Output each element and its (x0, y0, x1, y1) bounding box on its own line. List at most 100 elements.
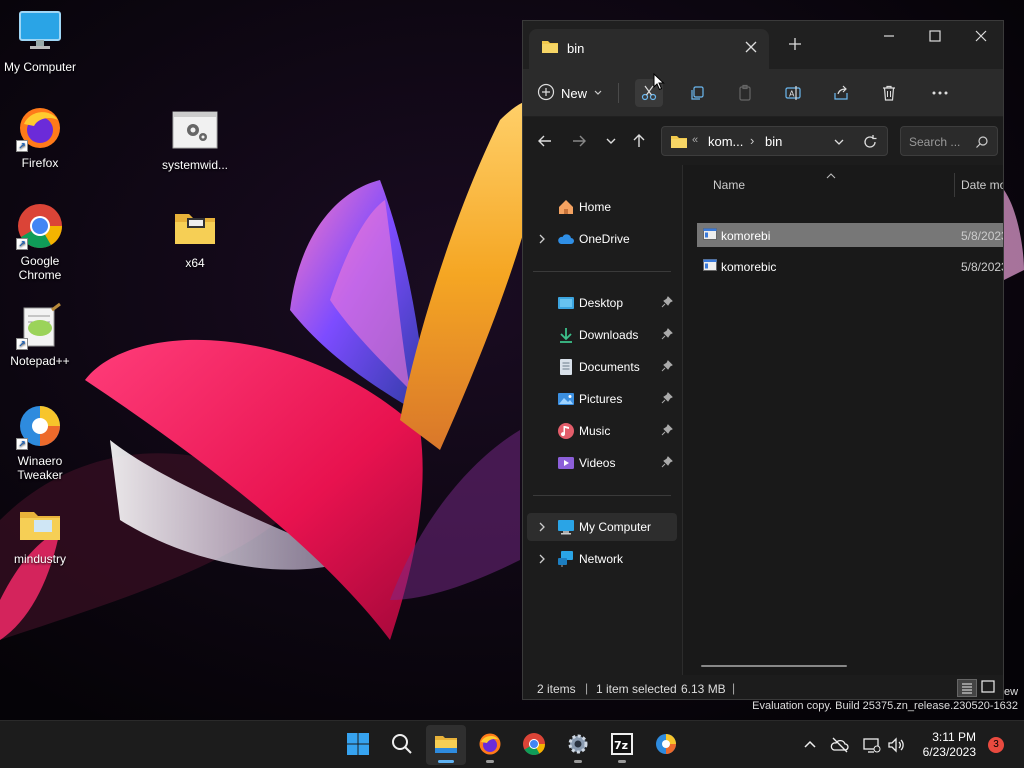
minimize-icon[interactable] (877, 27, 901, 51)
share-icon[interactable] (827, 79, 855, 107)
address-bar[interactable]: « kom... › bin (661, 126, 888, 156)
title-bar[interactable]: bin (523, 21, 1003, 69)
rename-icon[interactable]: A (779, 79, 807, 107)
system-clock[interactable]: 3:11 PM 6/23/2023 (918, 730, 976, 760)
pin-icon[interactable] (661, 360, 673, 375)
column-header-date-modified[interactable]: Date mo (961, 178, 1003, 192)
file-list-pane[interactable]: Name Date mo komorebi 5/8/2023 komorebic… (683, 165, 1003, 675)
desktop-icon-mindustry[interactable]: mindustry (0, 500, 80, 566)
nav-item-videos[interactable]: Videos (527, 449, 677, 477)
more-options-icon[interactable] (926, 79, 954, 107)
notepadpp-icon: ↗ (16, 302, 64, 350)
details-view-icon[interactable] (957, 679, 977, 697)
notification-badge[interactable]: 3 (988, 737, 1004, 753)
close-icon[interactable] (969, 27, 993, 51)
svg-text:7z: 7z (614, 739, 628, 752)
search-input[interactable]: Search ... (900, 126, 998, 156)
new-button-label: New (561, 85, 588, 101)
volume-icon[interactable] (886, 735, 906, 755)
desktop-icon-systemwide[interactable]: systemwid... (155, 106, 235, 172)
nav-item-music[interactable]: Music (527, 417, 677, 445)
file-explorer-window[interactable]: bin New A « kom... › bin Search ... Home… (522, 20, 1004, 700)
back-arrow-icon[interactable] (535, 131, 555, 151)
shortcut-arrow-icon: ↗ (16, 438, 28, 450)
copy-icon[interactable] (683, 79, 711, 107)
search-icon (975, 135, 989, 152)
navigation-pane[interactable]: Home OneDrive Desktop Downloads Document… (523, 165, 683, 675)
desktop-icon-my-computer[interactable]: My Computer (0, 8, 80, 74)
pin-icon[interactable] (661, 424, 673, 439)
desktop-icon-label: Google Chrome (18, 254, 62, 282)
taskbar-firefox[interactable] (470, 725, 510, 765)
horizontal-scrollbar[interactable] (701, 665, 847, 667)
breadcrumb-item[interactable]: bin (765, 134, 782, 149)
taskbar-search-button[interactable] (382, 725, 422, 765)
desktop-icon-firefox[interactable]: ↗ Firefox (0, 104, 80, 170)
clock-date: 6/23/2023 (922, 745, 976, 759)
chevron-down-icon[interactable] (832, 135, 846, 152)
nav-item-network[interactable]: Network (527, 545, 677, 573)
taskbar-file-explorer[interactable] (426, 725, 466, 765)
settings-file-icon (171, 106, 219, 154)
tab-title: bin (567, 41, 585, 56)
delete-icon[interactable] (875, 79, 903, 107)
table-row[interactable]: komorebi 5/8/2023 (697, 223, 1003, 247)
nav-item-onedrive[interactable]: OneDrive (527, 225, 677, 253)
new-tab-icon[interactable] (787, 36, 803, 52)
recent-locations-chevron-icon[interactable] (601, 131, 621, 151)
selection-count: 1 item selected (596, 682, 677, 696)
winaero-icon: ↗ (16, 402, 64, 450)
desktop-icon-label: x64 (185, 256, 205, 270)
pin-icon[interactable] (661, 456, 673, 471)
column-header-name[interactable]: Name (713, 178, 745, 192)
nav-item-my-computer[interactable]: My Computer (527, 513, 677, 541)
chevron-up-icon[interactable] (800, 735, 820, 755)
chevron-right-icon[interactable] (537, 521, 547, 535)
taskbar-winaero-tweaker[interactable] (646, 725, 686, 765)
breadcrumb-separator[interactable]: › (750, 133, 754, 148)
chevron-right-icon[interactable] (537, 553, 547, 567)
refresh-icon[interactable] (862, 134, 878, 153)
nav-item-pictures[interactable]: Pictures (527, 385, 677, 413)
nav-item-documents[interactable]: Documents (527, 353, 677, 381)
taskbar-7zip[interactable]: 7z (602, 725, 642, 765)
breadcrumb-overflow[interactable]: « (692, 134, 698, 146)
nav-item-downloads[interactable]: Downloads (527, 321, 677, 349)
close-tab-icon[interactable] (743, 39, 759, 55)
desktop-icon-label: mindustry (13, 552, 66, 566)
up-arrow-icon[interactable] (629, 131, 649, 151)
start-button[interactable] (338, 725, 378, 765)
desktop-icon-notepadpp[interactable]: ↗ Notepad++ (0, 302, 80, 368)
breadcrumb-item[interactable]: kom... (708, 134, 743, 149)
pin-icon[interactable] (661, 296, 673, 311)
chevron-right-icon[interactable] (537, 233, 547, 247)
large-icons-view-icon[interactable] (979, 679, 999, 697)
network-status-icon[interactable] (862, 735, 882, 755)
table-row[interactable]: komorebic 5/8/2023 (697, 254, 1003, 278)
nav-item-desktop[interactable]: Desktop (527, 289, 677, 317)
firefox-icon (478, 732, 502, 759)
pin-icon[interactable] (661, 392, 673, 407)
taskbar-chrome[interactable] (514, 725, 554, 765)
desktop-icon-x64[interactable]: x64 (155, 204, 235, 270)
taskbar-settings[interactable] (558, 725, 598, 765)
chrome-icon (522, 732, 546, 759)
chrome-icon: ↗ (16, 202, 64, 250)
tab-bin[interactable]: bin (529, 29, 769, 69)
nav-item-home[interactable]: Home (527, 193, 677, 221)
file-name: komorebi (721, 229, 771, 243)
maximize-icon[interactable] (923, 27, 947, 51)
pin-icon[interactable] (661, 328, 673, 343)
download-arrow-icon (557, 326, 575, 347)
7zip-icon: 7z (610, 732, 634, 759)
new-button[interactable]: New (537, 81, 603, 105)
desktop-icon-winaero-tweaker[interactable]: ↗ Winaero Tweaker (0, 402, 80, 482)
cloud-offline-icon[interactable] (830, 735, 850, 755)
column-divider[interactable] (954, 173, 955, 197)
forward-arrow-icon[interactable] (569, 131, 589, 151)
picture-icon (557, 390, 575, 411)
paste-icon[interactable] (731, 79, 759, 107)
shortcut-arrow-icon: ↗ (16, 238, 28, 250)
desktop-icon-chrome[interactable]: ↗ Google Chrome (0, 202, 80, 282)
home-icon (557, 198, 575, 219)
